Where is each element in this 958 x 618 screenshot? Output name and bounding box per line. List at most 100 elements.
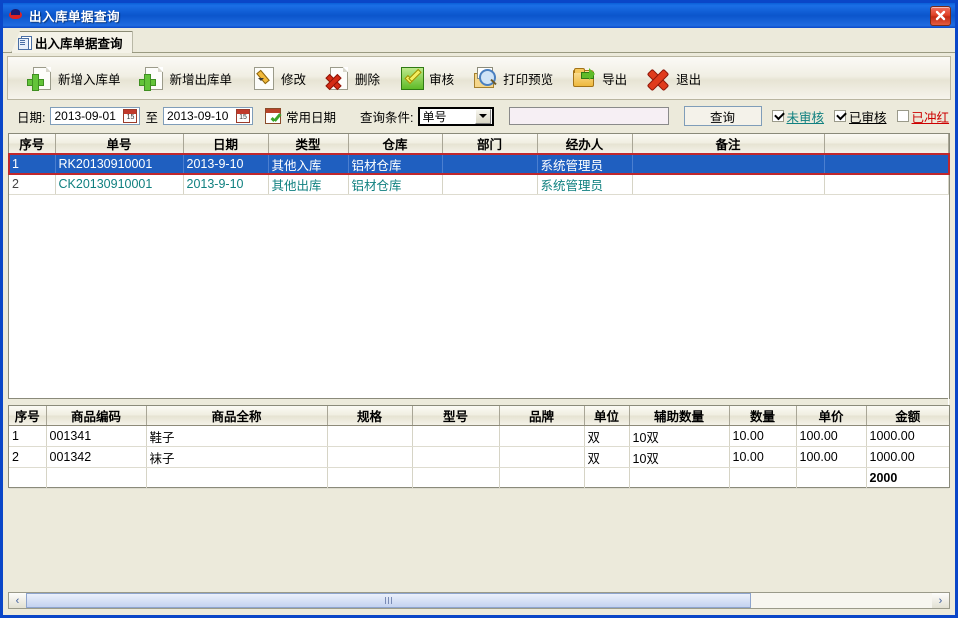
scrollbar-track[interactable] [26,593,932,608]
keyword-input[interactable] [508,107,669,125]
column-header-department[interactable]: 部门 [442,134,538,154]
cell-remark [632,174,825,195]
cell-qty: 10.00 [729,425,797,447]
cell-model [412,446,500,468]
column-header-spec[interactable]: 规格 [327,406,413,426]
cell-date: 2013-9-10 [183,153,269,174]
edit-button[interactable]: 修改 [241,59,315,97]
checkbox-unaudited-box[interactable] [771,110,784,122]
cell-price: 100.00 [796,425,867,447]
column-header-product-name[interactable]: 商品全称 [146,406,328,426]
date-from-value: 2013-09-01 [54,109,116,123]
delete-label: 删除 [355,72,381,87]
cell-price: 100.00 [796,446,867,468]
column-header-amount[interactable]: 金额 [866,406,949,426]
calendar-icon[interactable]: 15 [236,109,250,123]
scroll-right-button[interactable]: › [932,593,949,608]
cell-qty: 10.00 [729,446,797,468]
column-header-model[interactable]: 型号 [412,406,500,426]
audit-button[interactable]: 审核 [389,59,463,97]
date-to-input[interactable]: 2013-09-10 15 [163,107,253,125]
master-grid[interactable]: 序号 单号 日期 类型 仓库 部门 经办人 备注 1 RK20130910001… [8,133,950,417]
tab-inout-query[interactable]: 出入库单据查询 [11,31,133,53]
cell-product-code: 001341 [46,425,147,447]
date-between-label: 至 [145,110,158,125]
table-row[interactable]: 2 CK20130910001 2013-9-10 其他出库 铝材仓库 系统管理… [9,174,949,195]
chevron-down-icon[interactable] [474,108,491,124]
cell-aux-qty: 10双 [629,425,730,447]
column-header-product-code[interactable]: 商品编码 [46,406,147,426]
window-controls [930,5,953,26]
column-header-seq[interactable]: 序号 [9,134,56,154]
empty-area [9,194,949,417]
chevron-left-icon: ‹ [15,594,20,607]
column-header-blank[interactable] [824,134,949,154]
delete-button[interactable]: 删除 [315,59,389,97]
column-header-aux-qty[interactable]: 辅助数量 [629,406,730,426]
cell-seq [9,467,47,489]
close-button[interactable] [930,5,951,26]
cell-unit: 双 [584,446,630,468]
column-header-remark[interactable]: 备注 [632,134,825,154]
checkbox-unaudited[interactable]: 未审核 [771,107,825,126]
cell-warehouse: 铝材仓库 [348,153,443,174]
condition-label: 查询条件: [360,110,414,125]
checkbox-audited[interactable]: 已审核 [834,107,887,126]
table-row-total: 2000 [9,467,949,489]
close-icon [935,10,946,21]
column-header-date[interactable]: 日期 [183,134,269,154]
page-add-icon [138,65,165,91]
cell-amount: 1000.00 [866,425,949,447]
cell-price [796,467,867,489]
common-date-button[interactable]: 常用日期 [265,107,336,126]
checkbox-audited-box[interactable] [834,110,847,122]
grip-line [384,597,386,604]
new-outbound-button[interactable]: 新增出库单 [130,59,242,97]
query-button-label: 查询 [709,110,735,125]
column-header-type[interactable]: 类型 [268,134,349,154]
master-grid-header-row: 序号 单号 日期 类型 仓库 部门 经办人 备注 [9,134,949,154]
grip-line [387,597,389,604]
column-header-docno[interactable]: 单号 [55,134,184,154]
checkbox-audited-label: 已审核 [849,110,887,125]
column-header-price[interactable]: 单价 [796,406,867,426]
column-header-warehouse[interactable]: 仓库 [348,134,443,154]
scroll-left-button[interactable]: ‹ [9,593,26,608]
calendar-check-icon [265,108,282,124]
column-header-qty[interactable]: 数量 [729,406,797,426]
cell-amount: 1000.00 [866,446,949,468]
tab-strip: 出入库单据查询 [3,28,955,53]
cell-date: 2013-9-10 [183,174,269,195]
cell-blank [824,174,949,195]
new-outbound-label: 新增出库单 [169,72,233,87]
cell-product-name [146,467,328,489]
print-preview-button[interactable]: 打印预览 [463,59,562,97]
column-header-seq[interactable]: 序号 [9,406,47,426]
date-from-input[interactable]: 2013-09-01 15 [50,107,141,125]
export-folder-icon [571,65,597,91]
table-row[interactable]: 1 RK20130910001 2013-9-10 其他入库 铝材仓库 系统管理… [8,152,950,175]
new-inbound-button[interactable]: 新增入库单 [18,59,130,97]
query-button[interactable]: 查询 [683,106,762,126]
exit-button[interactable]: 退出 [636,59,710,97]
column-header-brand[interactable]: 品牌 [499,406,585,426]
scrollbar-thumb[interactable] [26,593,751,608]
grip-line [390,597,392,604]
checkbox-reversed-box[interactable] [896,110,909,122]
checkbox-unaudited-label: 未审核 [786,110,825,125]
column-header-unit[interactable]: 单位 [584,406,630,426]
cell-brand [499,425,585,447]
checkbox-reversed[interactable]: 已冲红 [896,107,949,126]
condition-select[interactable]: 单号 [417,106,494,126]
table-row[interactable]: 1 001341 鞋子 双 10双 10.00 100.00 1000.00 [9,425,949,447]
table-row[interactable]: 2 001342 袜子 双 10双 10.00 100.00 1000.00 [9,446,949,468]
detail-grid[interactable]: 序号 商品编码 商品全称 规格 型号 品牌 单位 辅助数量 数量 单价 金额 1… [8,405,950,489]
calendar-icon[interactable]: 15 [123,109,138,123]
common-date-label: 常用日期 [286,110,337,125]
cell-operator: 系统管理员 [537,153,633,174]
column-header-operator[interactable]: 经办人 [537,134,633,154]
export-button[interactable]: 导出 [562,59,636,97]
toolbar: 新增入库单 新增出库单 修改 删除 审核 打印预览 导出 退出 [7,56,951,100]
horizontal-scrollbar[interactable]: ‹ › [8,592,950,609]
green-check-icon [398,65,425,91]
